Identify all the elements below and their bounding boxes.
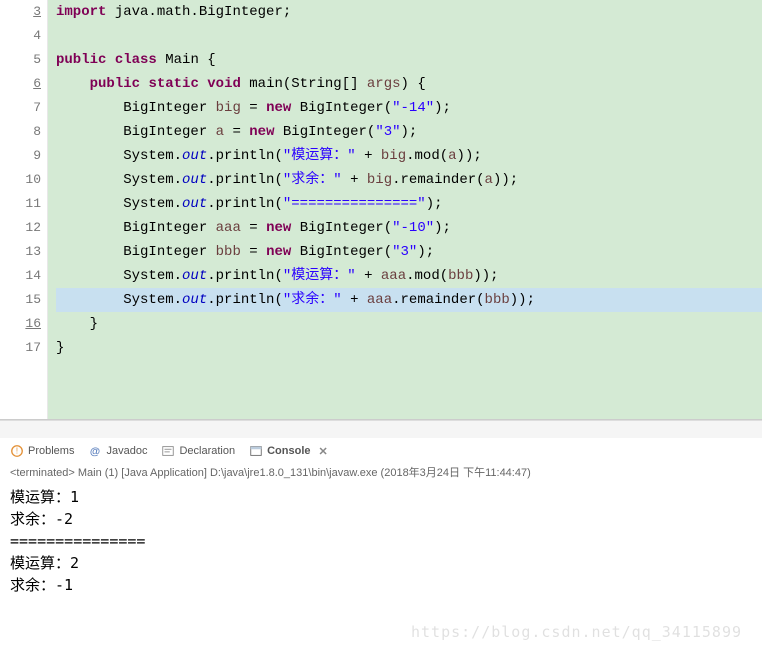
- code-area[interactable]: import java.math.BigInteger; public class…: [48, 0, 762, 419]
- tab-label: Declaration: [179, 445, 235, 457]
- code-line[interactable]: }: [56, 312, 762, 336]
- code-line[interactable]: System.out.println("模运算：" + aaa.mod(bbb)…: [56, 264, 762, 288]
- line-number: 17: [0, 336, 41, 360]
- problems-icon: !: [10, 444, 24, 458]
- code-line[interactable]: BigInteger bbb = new BigInteger("3");: [56, 240, 762, 264]
- code-line[interactable]: public static void main(String[] args) {: [56, 72, 762, 96]
- declaration-icon: [161, 444, 175, 458]
- line-number: 11: [0, 192, 41, 216]
- line-number: 14: [0, 264, 41, 288]
- line-number: 10: [0, 168, 41, 192]
- line-number: 15: [0, 288, 41, 312]
- svg-text:!: !: [16, 447, 18, 456]
- code-line[interactable]: BigInteger big = new BigInteger("-14");: [56, 96, 762, 120]
- svg-text:@: @: [90, 446, 100, 458]
- code-line[interactable]: public class Main {: [56, 48, 762, 72]
- line-gutter: 34567891011121314151617: [0, 0, 48, 419]
- code-line[interactable]: [56, 24, 762, 48]
- code-line[interactable]: BigInteger aaa = new BigInteger("-10");: [56, 216, 762, 240]
- code-line[interactable]: System.out.println("===============");: [56, 192, 762, 216]
- tab-label: Javadoc: [106, 445, 147, 457]
- code-line[interactable]: System.out.println("求余：" + big.remainder…: [56, 168, 762, 192]
- console-status: <terminated> Main (1) [Java Application]…: [0, 462, 762, 482]
- line-number: 7: [0, 96, 41, 120]
- line-number: 3: [0, 0, 41, 24]
- horizontal-scrollbar[interactable]: [0, 420, 762, 438]
- code-editor: 34567891011121314151617 import java.math…: [0, 0, 762, 420]
- tab-javadoc[interactable]: @ Javadoc: [88, 444, 147, 458]
- tab-label: Problems: [28, 445, 74, 457]
- line-number: 9: [0, 144, 41, 168]
- javadoc-icon: @: [88, 444, 102, 458]
- tab-label: Console: [267, 445, 310, 457]
- line-number: 4: [0, 24, 41, 48]
- tab-declaration[interactable]: Declaration: [161, 444, 235, 458]
- line-number: 16: [0, 312, 41, 336]
- console-output[interactable]: 模运算：1 求余：-2 =============== 模运算：2 求余：-1: [0, 482, 762, 600]
- line-number: 6: [0, 72, 41, 96]
- code-line[interactable]: import java.math.BigInteger;: [56, 0, 762, 24]
- close-icon[interactable]: ✕: [319, 445, 328, 458]
- code-line[interactable]: BigInteger a = new BigInteger("3");: [56, 120, 762, 144]
- watermark-text: https://blog.csdn.net/qq_34115899: [411, 623, 742, 641]
- bottom-tabs: ! Problems @ Javadoc Declaration Console…: [0, 438, 762, 462]
- code-line[interactable]: System.out.println("求余：" + aaa.remainder…: [56, 288, 762, 312]
- line-number: 8: [0, 120, 41, 144]
- tab-console[interactable]: Console ✕: [249, 444, 328, 458]
- code-line[interactable]: System.out.println("模运算：" + big.mod(a));: [56, 144, 762, 168]
- console-icon: [249, 444, 263, 458]
- line-number: 13: [0, 240, 41, 264]
- line-number: 12: [0, 216, 41, 240]
- line-number: 5: [0, 48, 41, 72]
- tab-problems[interactable]: ! Problems: [10, 444, 74, 458]
- code-line[interactable]: }: [56, 336, 762, 360]
